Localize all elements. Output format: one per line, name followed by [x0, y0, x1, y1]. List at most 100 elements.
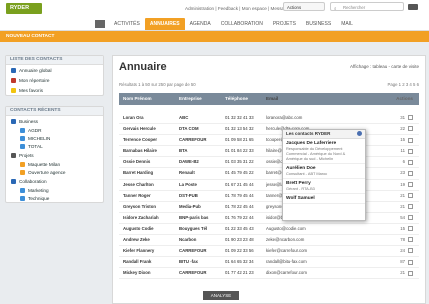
- col-phone[interactable]: Téléphone: [225, 93, 266, 105]
- popup-contact-item[interactable]: Brett Perry Gérant - RTA-B3: [283, 179, 365, 194]
- row-actions[interactable]: 54: [369, 213, 419, 223]
- table-header: Nom Prénom Entreprise Téléphone Email Ac…: [119, 93, 419, 105]
- row-actions[interactable]: 24: [369, 246, 419, 256]
- row-checkbox[interactable]: [408, 137, 413, 143]
- sidebar-group-item[interactable]: TOTAL: [6, 142, 103, 150]
- row-checkbox[interactable]: [408, 259, 413, 265]
- contact-name: Terrence Cooper: [123, 137, 158, 143]
- table-row[interactable]: Mickey Dixon CARREFOUR 01 77 42 21 23 dixon…: [119, 268, 419, 280]
- home-icon[interactable]: [95, 20, 105, 28]
- row-checkbox[interactable]: [408, 170, 413, 176]
- sidebar-group-item[interactable]: Business: [6, 116, 103, 126]
- contact-company: Bouygues Tél: [179, 225, 208, 231]
- row-actions[interactable]: 21: [369, 268, 419, 278]
- sidebar-group-item[interactable]: Technique: [6, 194, 103, 202]
- close-icon[interactable]: [357, 131, 362, 136]
- col-name[interactable]: Nom Prénom: [119, 93, 179, 105]
- col-company[interactable]: Entreprise: [179, 93, 225, 105]
- actions-select[interactable]: Actions: [283, 2, 325, 11]
- row-actions[interactable]: 11: [369, 146, 419, 156]
- new-contact-button[interactable]: NOUVEAU CONTACT: [6, 31, 54, 42]
- search-input[interactable]: ⌕ Rechercher: [330, 2, 404, 11]
- nav-agenda[interactable]: AGENDA: [185, 18, 216, 30]
- table-row[interactable]: Jesse CharltonLa Poste01 67 21 45 44jess…: [119, 180, 419, 191]
- contact-company: La Poste: [179, 181, 197, 187]
- row-actions[interactable]: 31: [369, 113, 419, 123]
- sidebar-group-item[interactable]: AGDR: [6, 126, 103, 134]
- row-checkbox[interactable]: [408, 237, 413, 243]
- table-row[interactable]: Loran Ora ABC 01 32 32 41 33 loranora@abc.c…: [119, 113, 419, 125]
- sub-folder-icon: [20, 127, 25, 133]
- nav-projets[interactable]: PROJETS: [268, 18, 301, 30]
- results-count: Résultats 1 à 50 sur 250 par page de 50: [119, 82, 196, 87]
- app-logo[interactable]: RYDER: [6, 3, 42, 14]
- row-checkbox[interactable]: [408, 115, 413, 121]
- row-actions[interactable]: 15: [369, 224, 419, 234]
- col-email[interactable]: Email: [266, 93, 369, 105]
- table-row[interactable]: Kiefer Flannery CARREFOUR 01 09 22 33 56 ki…: [119, 246, 419, 258]
- analyse-button[interactable]: ANALYSE: [203, 291, 239, 300]
- sidebar-group-item[interactable]: Maquette Milan: [6, 160, 103, 168]
- contact-email[interactable]: kiefer@carrefour.com: [266, 246, 369, 256]
- nav-annuaires[interactable]: ANNUAIRES: [144, 18, 185, 30]
- row-checkbox[interactable]: [408, 226, 413, 232]
- contacts-popup: Les contacts RYDER Jacques De Laferriere…: [282, 129, 366, 221]
- contact-phone: 01 09 22 33 56: [225, 248, 254, 254]
- row-actions[interactable]: 78: [369, 235, 419, 245]
- popup-contact-item[interactable]: Wolf Samuel: [283, 194, 365, 204]
- row-actions[interactable]: 87: [369, 257, 419, 267]
- top-links[interactable]: Administration | Feedback | Mon espace |…: [185, 6, 298, 11]
- nav-activites[interactable]: ACTIVITÉS: [109, 18, 145, 30]
- popup-contact-item[interactable]: Aurélien Doe Consultant - ABT Maroc: [283, 164, 365, 179]
- popup-contact-item[interactable]: Jacques De Laferriere Responsable du Déve…: [283, 139, 365, 164]
- row-checkbox[interactable]: [408, 148, 413, 154]
- contact-email[interactable]: zeke@ncarbon.com: [266, 235, 369, 245]
- sidebar-group-item[interactable]: Ouverture agence: [6, 168, 103, 176]
- row-checkbox[interactable]: [408, 193, 413, 199]
- table-row[interactable]: Augusto Codie Bouygues Tél 01 22 33 45 43 A…: [119, 224, 419, 236]
- pagination[interactable]: Page 1 2 3 4 5 6: [387, 82, 419, 87]
- row-actions[interactable]: 23: [369, 168, 419, 178]
- display-toggle[interactable]: Affichage : tableau - carte de visite: [350, 64, 419, 69]
- sidebar-group-item[interactable]: Collaboration: [6, 176, 103, 186]
- row-actions[interactable]: 15: [369, 135, 419, 145]
- row-checkbox[interactable]: [408, 248, 413, 254]
- table-row[interactable]: Greyson TristonMedia-Pub01 78 22 45 44gr…: [119, 202, 419, 213]
- table-row[interactable]: Barnabas HilaireBTA01 01 84 22 33hilaire…: [119, 146, 419, 158]
- search-placeholder: Rechercher: [343, 5, 366, 10]
- sidebar-list-item[interactable]: Mes favoris: [6, 85, 103, 95]
- mail-icon[interactable]: [408, 4, 418, 10]
- row-checkbox[interactable]: [408, 181, 413, 187]
- row-actions[interactable]: 6: [369, 157, 419, 167]
- row-checkbox[interactable]: [408, 215, 413, 221]
- table-row[interactable]: Gervais HerculeDTA COM01 32 13 54 32herc…: [119, 124, 419, 136]
- table-row[interactable]: Tanner RogerDST-PUB01 78 79 45 44tanner@…: [119, 191, 419, 202]
- contact-email[interactable]: randall@bitu-fax.com: [266, 257, 369, 267]
- row-checkbox[interactable]: [408, 204, 413, 210]
- table-row[interactable]: Randall Frank BITU -fax 01 64 65 32 34 rand…: [119, 257, 419, 269]
- row-actions[interactable]: 21: [369, 202, 419, 212]
- nav-collaboration[interactable]: COLLABORATION: [216, 18, 268, 30]
- contact-email[interactable]: dixon@carrefour.com: [266, 268, 369, 278]
- table-row[interactable]: Barret HardingRenault01 45 79 45 22barre…: [119, 168, 419, 180]
- nav-mail[interactable]: MAIL: [336, 18, 358, 30]
- contact-email[interactable]: loranora@abc.com: [266, 113, 369, 123]
- row-actions[interactable]: 21: [369, 191, 419, 201]
- sidebar-group-item[interactable]: MICHELIN: [6, 134, 103, 142]
- contact-company: Ncarbon: [179, 237, 197, 243]
- row-checkbox[interactable]: [408, 270, 413, 276]
- row-checkbox[interactable]: [408, 159, 413, 165]
- table-row[interactable]: Andrew Zeke Ncarbon 01 90 23 23 48 zeke@nca…: [119, 235, 419, 247]
- sidebar-list-item[interactable]: Annuaire global: [6, 65, 103, 75]
- sidebar-list-item[interactable]: Mon répertoire: [6, 75, 103, 85]
- row-checkbox[interactable]: [408, 126, 413, 132]
- nav-business[interactable]: BUSINESS: [301, 18, 336, 30]
- table-row[interactable]: Terrence CooperCARREFOUR01 09 58 21 65tc…: [119, 135, 419, 147]
- row-actions[interactable]: 22: [369, 124, 419, 134]
- sidebar-group-item[interactable]: Projets: [6, 150, 103, 160]
- contact-email[interactable]: Augusto@codie.com: [266, 224, 369, 234]
- table-row[interactable]: Ossie DennisDAWE-B201 03 35 31 22ossie@d…: [119, 157, 419, 169]
- row-actions[interactable]: 19: [369, 180, 419, 190]
- sidebar-group-item[interactable]: Marketing: [6, 186, 103, 194]
- table-row[interactable]: Isidore Zachariah BNP-paris bas 01 76 79 2…: [119, 213, 419, 224]
